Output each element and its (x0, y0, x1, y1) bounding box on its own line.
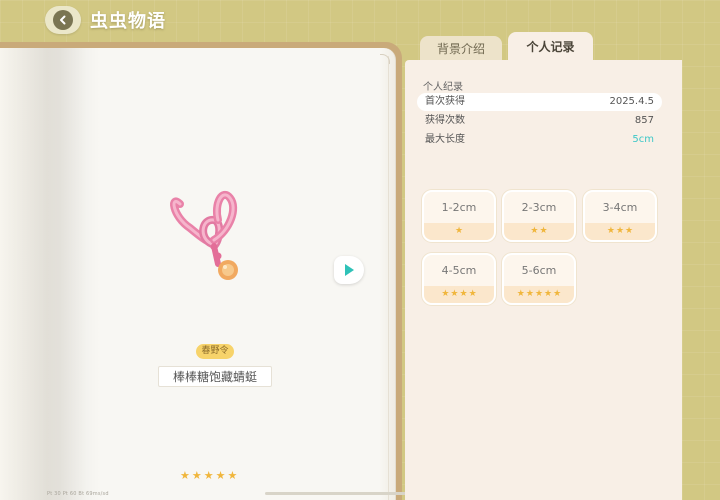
size-range: 2-3cm (521, 201, 557, 214)
record-row-first-obtained: 首次获得 2025.4.5 (417, 93, 662, 111)
tab-background-info[interactable]: 背景介绍 (420, 36, 502, 62)
star-icon: ★ (191, 469, 202, 482)
page-edge-line (388, 56, 389, 500)
page-title: 虫虫物语 (90, 11, 166, 32)
star-icon: ★ (180, 469, 190, 482)
record-row-count: 获得次数 857 (417, 112, 662, 130)
record-label: 获得次数 (425, 115, 465, 126)
rarity-stars: ★ ★ ★ ★ ★ (180, 470, 237, 481)
star-icon: ★ (544, 289, 553, 299)
tier-stars: ★ ★ (504, 223, 574, 240)
star-icon: ★ (625, 226, 634, 236)
size-tier-card[interactable]: 3-4cm ★ ★ ★ (583, 190, 657, 242)
back-button[interactable] (45, 6, 81, 34)
star-icon: ★ (450, 289, 459, 299)
season-tag: 春野令 (196, 344, 234, 359)
size-tier-card[interactable]: 1-2cm ★ (422, 190, 496, 242)
star-icon: ★ (615, 226, 625, 236)
tier-stars: ★ ★ ★ ★ (424, 286, 494, 303)
star-icon: ★ (454, 226, 464, 236)
record-value: 857 (634, 115, 654, 126)
insect-name: 棒棒糖饱藏蜻蜓 (158, 366, 272, 387)
star-icon: ★ (516, 289, 525, 299)
star-icon: ★ (203, 469, 214, 482)
debug-footer: Pt 30 Pt 60 Bt 69ms/sd (47, 491, 109, 497)
star-icon: ★ (553, 289, 562, 299)
size-tier-card[interactable]: 2-3cm ★ ★ (502, 190, 576, 242)
record-value: 5cm (632, 134, 654, 145)
star-icon: ★ (530, 226, 539, 236)
size-tier-card[interactable]: 4-5cm ★ ★ ★ ★ (422, 253, 496, 305)
size-tier-card[interactable]: 5-6cm ★ ★ ★ ★ ★ (502, 253, 576, 305)
record-label: 最大长度 (425, 134, 465, 145)
size-range: 4-5cm (441, 264, 477, 277)
tier-stars: ★ ★ ★ (585, 223, 655, 240)
star-icon: ★ (606, 226, 615, 236)
page-shadow (0, 48, 100, 500)
star-icon: ★ (468, 289, 477, 299)
back-arrow-icon (53, 10, 73, 30)
record-label: 首次获得 (425, 96, 465, 107)
star-icon: ★ (227, 469, 238, 482)
record-value: 2025.4.5 (609, 96, 654, 107)
play-arrow-icon (345, 264, 354, 276)
size-range: 1-2cm (441, 201, 477, 214)
size-range: 3-4cm (602, 201, 638, 214)
size-range: 5-6cm (521, 264, 557, 277)
star-icon: ★ (525, 289, 534, 299)
star-icon: ★ (459, 289, 468, 299)
next-page-button[interactable] (334, 256, 364, 284)
tier-stars: ★ ★ ★ ★ ★ (504, 286, 574, 303)
tier-stars: ★ (424, 223, 494, 240)
star-icon: ★ (539, 226, 548, 236)
record-row-max-length: 最大长度 5cm (417, 131, 662, 149)
star-icon: ★ (441, 289, 450, 299)
dragonfly-illustration (168, 190, 248, 286)
tab-personal-record[interactable]: 个人记录 (508, 32, 593, 62)
star-icon: ★ (215, 469, 226, 482)
record-title: 个人纪录 (423, 82, 463, 93)
star-icon: ★ (534, 289, 544, 299)
